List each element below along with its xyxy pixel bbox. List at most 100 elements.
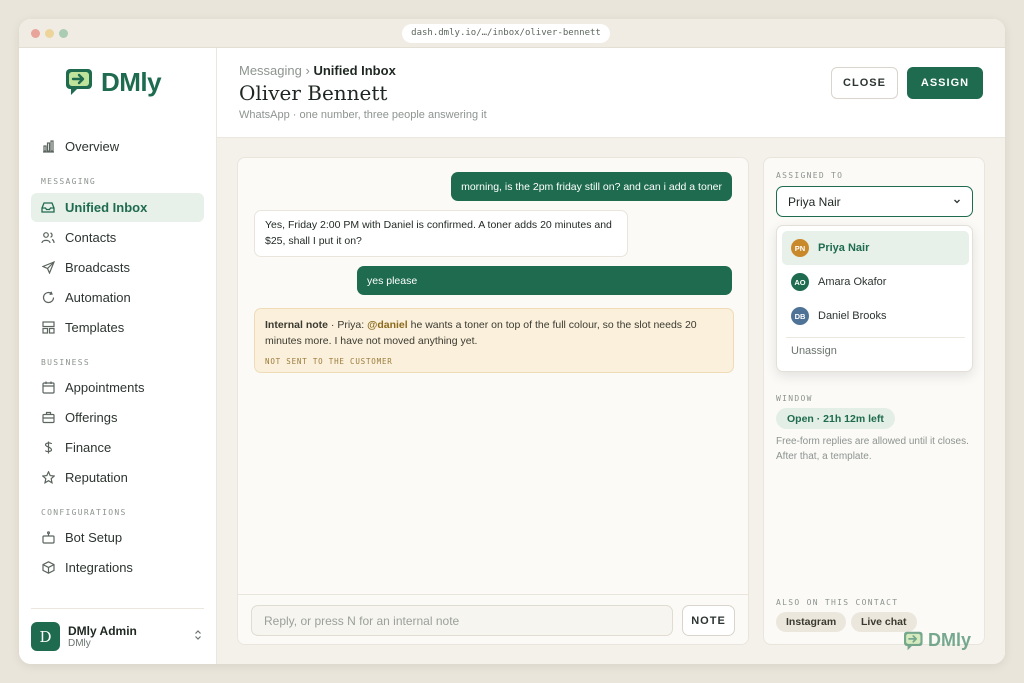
assignee-select-value: Priya Nair — [788, 194, 841, 209]
sidebar-item-label: Reputation — [65, 470, 128, 485]
logo-chat-arrow-icon — [66, 69, 92, 95]
assignee-select[interactable]: Priya Nair — [776, 186, 973, 217]
user-org: DMly — [68, 638, 91, 649]
incoming-message: Yes, Friday 2:00 PM with Daniel is confi… — [254, 210, 628, 257]
page-subtitle: WhatsApp · one number, three people answ… — [239, 109, 487, 121]
sidebar-item-label: Bot Setup — [65, 530, 123, 545]
contact-side-panel: ASSIGNED TO Priya Nair PN Priya Nair AO … — [763, 157, 985, 645]
sidebar-item-automation[interactable]: Automation — [31, 283, 204, 312]
sidebar-item-label: Integrations — [65, 560, 133, 575]
sidebar-item-templates[interactable]: Templates — [31, 313, 204, 342]
avatar: D — [31, 622, 60, 651]
calendar-icon — [41, 381, 55, 395]
sidebar-item-label: Overview — [65, 139, 120, 154]
sidebar-item-label: Unified Inbox — [65, 200, 148, 215]
assignee-option-label: Daniel Brooks — [818, 310, 887, 322]
assign-button[interactable]: ASSIGN — [907, 67, 983, 99]
sidebar: DMly Overview MESSAGING Unified Inbox Co… — [19, 48, 217, 664]
outgoing-message: yes please — [357, 266, 732, 295]
dollar-icon — [41, 441, 55, 455]
sidebar-item-appointments[interactable]: Appointments — [31, 373, 204, 402]
breadcrumb-parent[interactable]: Messaging — [239, 63, 302, 78]
user-name: DMly Admin — [68, 624, 137, 638]
watermark-wordmark: DMly — [928, 630, 972, 650]
sidebar-item-contacts[interactable]: Contacts — [31, 223, 204, 252]
window-status-badge: Open · 21h 12m left — [776, 408, 895, 429]
sidebar-item-label: Broadcasts — [65, 260, 131, 275]
cube-icon — [41, 561, 55, 575]
sidebar-item-unified-inbox[interactable]: Unified Inbox — [31, 193, 204, 222]
avatar: PN — [791, 239, 809, 257]
page-header: Messaging › Unified Inbox Oliver Bennett… — [217, 48, 1005, 138]
logo-wordmark: DMly — [101, 66, 162, 97]
app-window: dash.dmly.io/…/inbox/oliver-bennett DMly… — [19, 19, 1005, 664]
note-mention[interactable]: @daniel — [367, 319, 408, 331]
internal-note: Internal note · Priya: @daniel he wants … — [254, 308, 734, 373]
note-label: Internal note — [265, 319, 329, 331]
sidebar-item-broadcasts[interactable]: Broadcasts — [31, 253, 204, 282]
sidebar-item-offerings[interactable]: Offerings — [31, 403, 204, 432]
account-switcher[interactable]: D DMly Admin DMly — [31, 608, 204, 662]
section-label-messaging: MESSAGING — [41, 177, 97, 186]
assignee-option-amara-okafor[interactable]: AO Amara Okafor — [782, 265, 969, 299]
chevron-up-down-icon — [194, 629, 202, 644]
assignee-option-label: Amara Okafor — [818, 276, 887, 288]
brand-logo[interactable]: DMly — [65, 66, 162, 98]
window-maximize-dot[interactable] — [59, 29, 68, 38]
dropdown-divider — [786, 337, 965, 338]
composer: NOTE — [238, 594, 748, 644]
star-icon — [41, 471, 55, 485]
sidebar-item-label: Appointments — [65, 380, 145, 395]
section-label-configurations: CONFIGURATIONS — [41, 508, 127, 517]
brand-watermark: DMly — [903, 630, 971, 651]
main-content: morning, is the 2pm friday still on? and… — [217, 138, 1005, 664]
outgoing-message: morning, is the 2pm friday still on? and… — [451, 172, 732, 201]
layout-icon — [41, 321, 55, 335]
sidebar-item-label: Templates — [65, 320, 125, 335]
assignee-dropdown: PN Priya Nair AO Amara Okafor DB Daniel … — [776, 225, 973, 372]
browser-titlebar: dash.dmly.io/…/inbox/oliver-bennett — [19, 19, 1005, 48]
page-title: Oliver Bennett — [239, 81, 388, 105]
assigned-to-label: ASSIGNED TO — [776, 171, 844, 180]
chevron-down-icon — [954, 199, 960, 204]
also-on-contact-label: ALSO ON THIS CONTACT — [776, 598, 899, 607]
sidebar-item-integrations[interactable]: Integrations — [31, 553, 204, 582]
bot-icon — [41, 531, 55, 545]
send-icon — [41, 261, 55, 275]
breadcrumb: Messaging › Unified Inbox — [239, 63, 396, 78]
logo-chat-arrow-icon — [904, 631, 923, 650]
reply-input[interactable] — [251, 605, 673, 636]
note-prefix: · Priya: — [328, 319, 368, 331]
unassign-option[interactable]: Unassign — [791, 345, 837, 357]
inbox-icon — [41, 201, 55, 215]
section-label-business: BUSINESS — [41, 358, 90, 367]
window-close-dot[interactable] — [31, 29, 40, 38]
bar-chart-icon — [41, 140, 55, 154]
breadcrumb-separator: › — [305, 63, 310, 78]
note-button[interactable]: NOTE — [682, 605, 735, 636]
avatar: AO — [791, 273, 809, 291]
briefcase-icon — [41, 411, 55, 425]
window-help-text: Free-form replies are allowed until it c… — [776, 436, 969, 462]
sidebar-item-overview[interactable]: Overview — [31, 132, 204, 161]
assignee-option-daniel-brooks[interactable]: DB Daniel Brooks — [782, 299, 969, 333]
note-tag: NOT SENT TO THE CUSTOMER — [265, 357, 393, 366]
window-label: WINDOW — [776, 394, 813, 403]
users-icon — [41, 231, 55, 245]
sidebar-item-label: Finance — [65, 440, 112, 455]
window-minimize-dot[interactable] — [45, 29, 54, 38]
sidebar-item-label: Automation — [65, 290, 131, 305]
sidebar-item-label: Offerings — [65, 410, 118, 425]
url-bar[interactable]: dash.dmly.io/…/inbox/oliver-bennett — [402, 24, 610, 43]
channel-chip-instagram[interactable]: Instagram — [776, 612, 847, 632]
close-button[interactable]: CLOSE — [831, 67, 898, 99]
breadcrumb-current: Unified Inbox — [313, 63, 396, 78]
sidebar-item-bot-setup[interactable]: Bot Setup — [31, 523, 204, 552]
assignee-option-priya-nair[interactable]: PN Priya Nair — [782, 231, 969, 265]
refresh-icon — [41, 291, 55, 305]
channel-chip-live-chat[interactable]: Live chat — [851, 612, 917, 632]
conversation-panel: morning, is the 2pm friday still on? and… — [237, 157, 749, 645]
sidebar-item-reputation[interactable]: Reputation — [31, 463, 204, 492]
assignee-option-label: Priya Nair — [818, 242, 870, 254]
sidebar-item-finance[interactable]: Finance — [31, 433, 204, 462]
